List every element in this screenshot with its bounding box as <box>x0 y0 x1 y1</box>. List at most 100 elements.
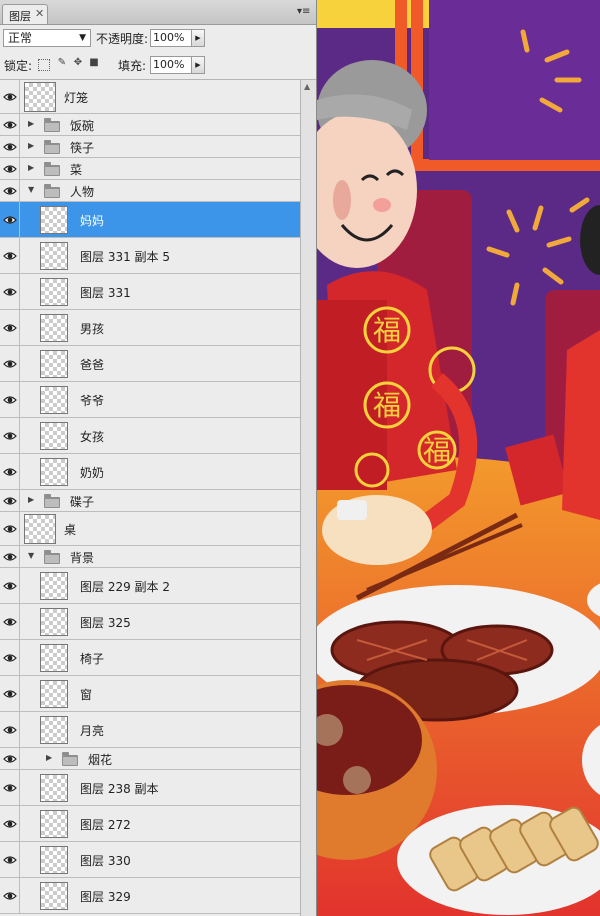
visibility-toggle[interactable] <box>0 748 20 769</box>
eye-icon[interactable] <box>3 359 17 369</box>
tab-layers[interactable]: 图层 ✕ <box>2 4 48 24</box>
visibility-toggle[interactable] <box>0 878 20 913</box>
opacity-slider-button[interactable]: ▶ <box>191 29 205 47</box>
visibility-toggle[interactable] <box>0 640 20 675</box>
layer-group-row[interactable]: ▶ 饭碗 <box>0 114 300 136</box>
eye-icon[interactable] <box>3 653 17 663</box>
eye-icon[interactable] <box>3 186 17 196</box>
layer-row[interactable]: 奶奶 <box>0 454 300 490</box>
visibility-toggle[interactable] <box>0 346 20 381</box>
close-icon[interactable]: ✕ <box>35 7 44 20</box>
visibility-toggle[interactable] <box>0 770 20 805</box>
visibility-toggle[interactable] <box>0 546 20 567</box>
layer-row[interactable]: 桌 <box>0 512 300 546</box>
layer-row[interactable]: 妈妈 <box>0 202 300 238</box>
visibility-toggle[interactable] <box>0 158 20 179</box>
lock-move-icon[interactable]: ✥ <box>72 57 84 69</box>
eye-icon[interactable] <box>3 855 17 865</box>
eye-icon[interactable] <box>3 92 17 102</box>
disclosure-closed-icon[interactable]: ▶ <box>28 119 34 128</box>
eye-icon[interactable] <box>3 120 17 130</box>
layer-row[interactable]: 图层 329 <box>0 878 300 914</box>
eye-icon[interactable] <box>3 323 17 333</box>
visibility-toggle[interactable] <box>0 310 20 345</box>
eye-icon[interactable] <box>3 215 17 225</box>
eye-icon[interactable] <box>3 251 17 261</box>
disclosure-closed-icon[interactable]: ▶ <box>28 163 34 172</box>
document-canvas[interactable]: 福 福 福 <box>317 0 600 916</box>
visibility-toggle[interactable] <box>0 712 20 747</box>
visibility-toggle[interactable] <box>0 568 20 603</box>
eye-icon[interactable] <box>3 142 17 152</box>
visibility-toggle[interactable] <box>0 418 20 453</box>
eye-icon[interactable] <box>3 891 17 901</box>
disclosure-open-icon[interactable]: ▼ <box>28 551 34 560</box>
eye-icon[interactable] <box>3 754 17 764</box>
visibility-toggle[interactable] <box>0 382 20 417</box>
eye-icon[interactable] <box>3 725 17 735</box>
visibility-toggle[interactable] <box>0 238 20 273</box>
layer-row[interactable]: 图层 272 <box>0 806 300 842</box>
layer-row[interactable]: 图层 330 <box>0 842 300 878</box>
disclosure-closed-icon[interactable]: ▶ <box>28 141 34 150</box>
fill-slider-button[interactable]: ▶ <box>191 56 205 74</box>
eye-icon[interactable] <box>3 552 17 562</box>
layer-group-row[interactable]: ▶ 烟花 <box>0 748 300 770</box>
eye-icon[interactable] <box>3 819 17 829</box>
opacity-input[interactable]: 100% <box>150 29 192 47</box>
visibility-toggle[interactable] <box>0 454 20 489</box>
visibility-toggle[interactable] <box>0 114 20 135</box>
layer-row[interactable]: 椅子 <box>0 640 300 676</box>
visibility-toggle[interactable] <box>0 490 20 511</box>
scroll-up-icon[interactable]: ▲ <box>304 82 310 91</box>
layer-row[interactable]: 图层 325 <box>0 604 300 640</box>
visibility-toggle[interactable] <box>0 512 20 545</box>
layer-group-row[interactable]: ▼ 背景 <box>0 546 300 568</box>
disclosure-closed-icon[interactable]: ▶ <box>28 495 34 504</box>
lock-all-icon[interactable]: ■ <box>88 57 100 69</box>
visibility-toggle[interactable] <box>0 202 20 237</box>
eye-icon[interactable] <box>3 395 17 405</box>
eye-icon[interactable] <box>3 467 17 477</box>
layer-group-row[interactable]: ▶ 碟子 <box>0 490 300 512</box>
layer-group-row[interactable]: ▶ 筷子 <box>0 136 300 158</box>
layer-row[interactable]: 窗 <box>0 676 300 712</box>
layer-row[interactable]: 爸爸 <box>0 346 300 382</box>
layer-row[interactable]: 月亮 <box>0 712 300 748</box>
disclosure-open-icon[interactable]: ▼ <box>28 185 34 194</box>
visibility-toggle[interactable] <box>0 676 20 711</box>
visibility-toggle[interactable] <box>0 842 20 877</box>
layer-row[interactable]: 爷爷 <box>0 382 300 418</box>
disclosure-closed-icon[interactable]: ▶ <box>46 753 52 762</box>
layer-row[interactable]: 女孩 <box>0 418 300 454</box>
visibility-toggle[interactable] <box>0 274 20 309</box>
layer-group-row[interactable]: ▼ 人物 <box>0 180 300 202</box>
layer-row[interactable]: 图层 238 副本 <box>0 770 300 806</box>
lock-brush-icon[interactable]: ✎ <box>56 57 68 69</box>
eye-icon[interactable] <box>3 689 17 699</box>
visibility-toggle[interactable] <box>0 806 20 841</box>
visibility-toggle[interactable] <box>0 80 20 113</box>
eye-icon[interactable] <box>3 431 17 441</box>
fill-input[interactable]: 100% <box>150 56 192 74</box>
lock-transparent-icon[interactable] <box>38 59 50 71</box>
layer-row[interactable]: 男孩 <box>0 310 300 346</box>
layer-row[interactable]: 图层 229 副本 2 <box>0 568 300 604</box>
eye-icon[interactable] <box>3 581 17 591</box>
panel-menu-icon[interactable]: ▾≡ <box>297 6 313 18</box>
eye-icon[interactable] <box>3 496 17 506</box>
visibility-toggle[interactable] <box>0 180 20 201</box>
eye-icon[interactable] <box>3 164 17 174</box>
scrollbar[interactable]: ▲ <box>300 80 316 916</box>
eye-icon[interactable] <box>3 617 17 627</box>
layer-row[interactable]: 图层 331 <box>0 274 300 310</box>
eye-icon[interactable] <box>3 524 17 534</box>
layer-row[interactable]: 图层 331 副本 5 <box>0 238 300 274</box>
blend-mode-select[interactable]: 正常 ▼ <box>3 29 91 47</box>
eye-icon[interactable] <box>3 287 17 297</box>
visibility-toggle[interactable] <box>0 604 20 639</box>
layer-group-row[interactable]: ▶ 菜 <box>0 158 300 180</box>
visibility-toggle[interactable] <box>0 136 20 157</box>
eye-icon[interactable] <box>3 783 17 793</box>
layer-row[interactable]: 灯笼 <box>0 80 300 114</box>
